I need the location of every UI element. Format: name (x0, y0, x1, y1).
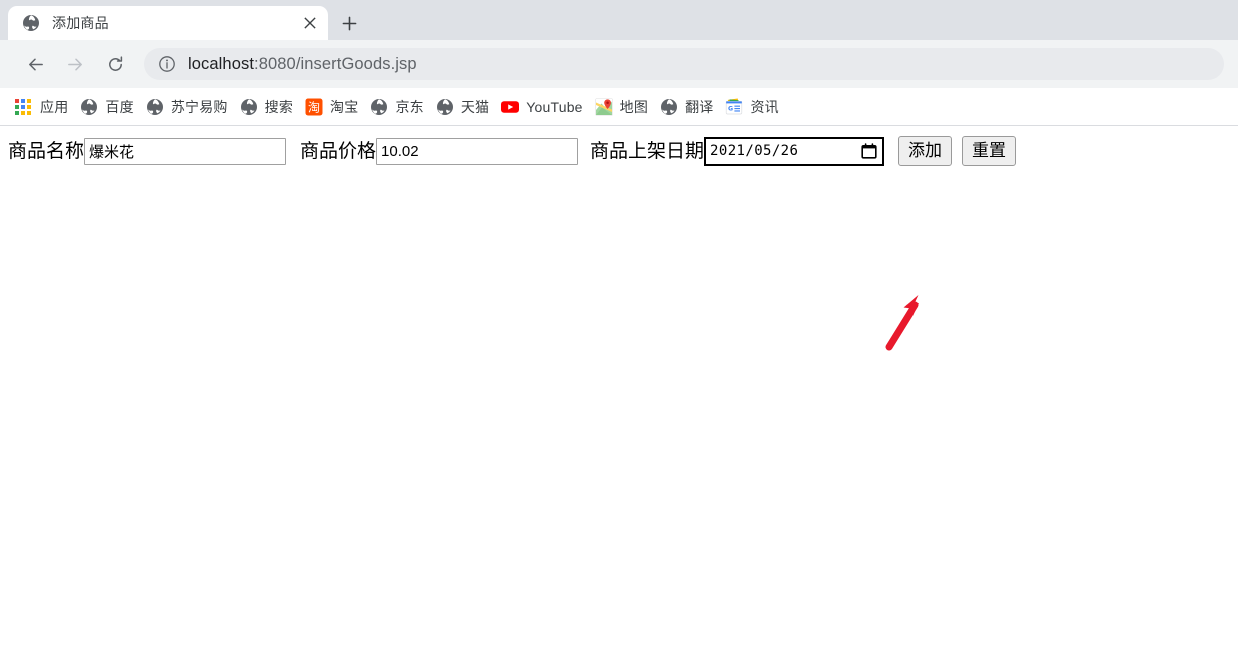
product-price-label: 商品价格 (300, 139, 377, 162)
forward-button[interactable] (58, 47, 92, 81)
bookmark-label: 百度 (105, 98, 134, 115)
bookmark-label: 天猫 (460, 98, 490, 115)
svg-text:淘: 淘 (308, 100, 320, 114)
bookmark-label: 应用 (40, 98, 69, 115)
bookmark-label: 京东 (395, 98, 424, 115)
globe-icon (22, 14, 40, 32)
bookmark-label: YouTube (526, 98, 583, 115)
bookmark-translate[interactable]: 翻译 (654, 94, 719, 120)
submit-button[interactable]: 添加 (898, 136, 953, 166)
bookmark-label: 淘宝 (330, 98, 359, 115)
calendar-icon[interactable] (861, 143, 877, 159)
back-button[interactable] (18, 47, 52, 81)
product-name-label: 商品名称 (8, 139, 85, 162)
product-date-label: 商品上架日期 (590, 139, 705, 162)
bookmark-apps[interactable]: 应用 (8, 94, 74, 120)
bookmark-label: 搜索 (264, 98, 294, 115)
reload-button[interactable] (98, 47, 132, 81)
bookmark-maps[interactable]: 地图 (589, 94, 654, 120)
address-bar[interactable]: localhost:8080/insertGoods.jsp (144, 48, 1224, 80)
reset-button[interactable]: 重置 (962, 136, 1017, 166)
youtube-icon (501, 98, 520, 116)
bookmark-youtube[interactable]: YouTube (495, 94, 588, 120)
plus-icon (342, 16, 356, 30)
url-text: localhost:8080/insertGoods.jsp (188, 55, 417, 74)
bookmark-tmall[interactable]: 天猫 (430, 94, 495, 120)
google-maps-icon (594, 97, 613, 116)
browser-toolbar: localhost:8080/insertGoods.jsp (0, 40, 1238, 88)
bookmark-label: 苏宁易购 (170, 98, 228, 115)
bookmark-jd[interactable]: 京东 (364, 94, 429, 120)
bookmark-suning[interactable]: 苏宁易购 (140, 94, 234, 120)
arrow-right-icon (67, 58, 82, 70)
product-date-value: 2021/05/26 (710, 143, 799, 159)
browser-window: 添加商品 localhost:8080/insertGoods.jsp 应用 百… (0, 0, 1238, 663)
globe-icon (146, 98, 164, 116)
page-content: 商品名称 商品价格 商品上架日期 2021/05/26 添加 重置 (0, 126, 1238, 663)
bookmark-baidu[interactable]: 百度 (74, 94, 139, 120)
url-path: :8080/insertGoods.jsp (254, 54, 417, 73)
taobao-icon: 淘 (305, 98, 323, 116)
tab-title: 添加商品 (52, 15, 109, 31)
globe-icon (80, 98, 98, 116)
new-tab-button[interactable] (332, 6, 366, 40)
svg-text:G: G (729, 105, 734, 112)
info-circle-icon[interactable] (158, 55, 176, 73)
apps-grid-icon (14, 98, 32, 116)
red-arrow-icon (885, 295, 919, 351)
add-product-form: 商品名称 商品价格 商品上架日期 2021/05/26 添加 重置 (0, 126, 1238, 166)
bookmark-taobao[interactable]: 淘 淘宝 (299, 94, 364, 120)
globe-icon (370, 98, 388, 116)
globe-icon (436, 98, 454, 116)
reload-icon (108, 55, 122, 71)
tab-add-product[interactable]: 添加商品 (8, 6, 328, 40)
bookmarks-bar: 应用 百度 苏宁易购 搜索 淘 淘宝 京东 天猫 YouTube 地图 翻译 G… (0, 88, 1238, 126)
bookmark-label: 翻译 (685, 98, 714, 115)
product-name-input[interactable] (84, 137, 287, 165)
google-news-icon: G (725, 98, 743, 116)
tab-strip: 添加商品 (0, 0, 1238, 40)
bookmark-news[interactable]: G 资讯 (719, 94, 784, 120)
url-host: localhost (188, 54, 255, 73)
bookmark-label: 地图 (619, 98, 649, 115)
arrow-left-icon (28, 58, 43, 70)
globe-icon (240, 98, 258, 116)
product-date-input[interactable]: 2021/05/26 (704, 136, 885, 166)
product-price-input[interactable] (376, 137, 579, 165)
bookmark-search[interactable]: 搜索 (234, 94, 299, 120)
close-icon[interactable] (298, 11, 322, 35)
bookmark-label: 资讯 (750, 98, 779, 115)
globe-icon (660, 98, 678, 116)
